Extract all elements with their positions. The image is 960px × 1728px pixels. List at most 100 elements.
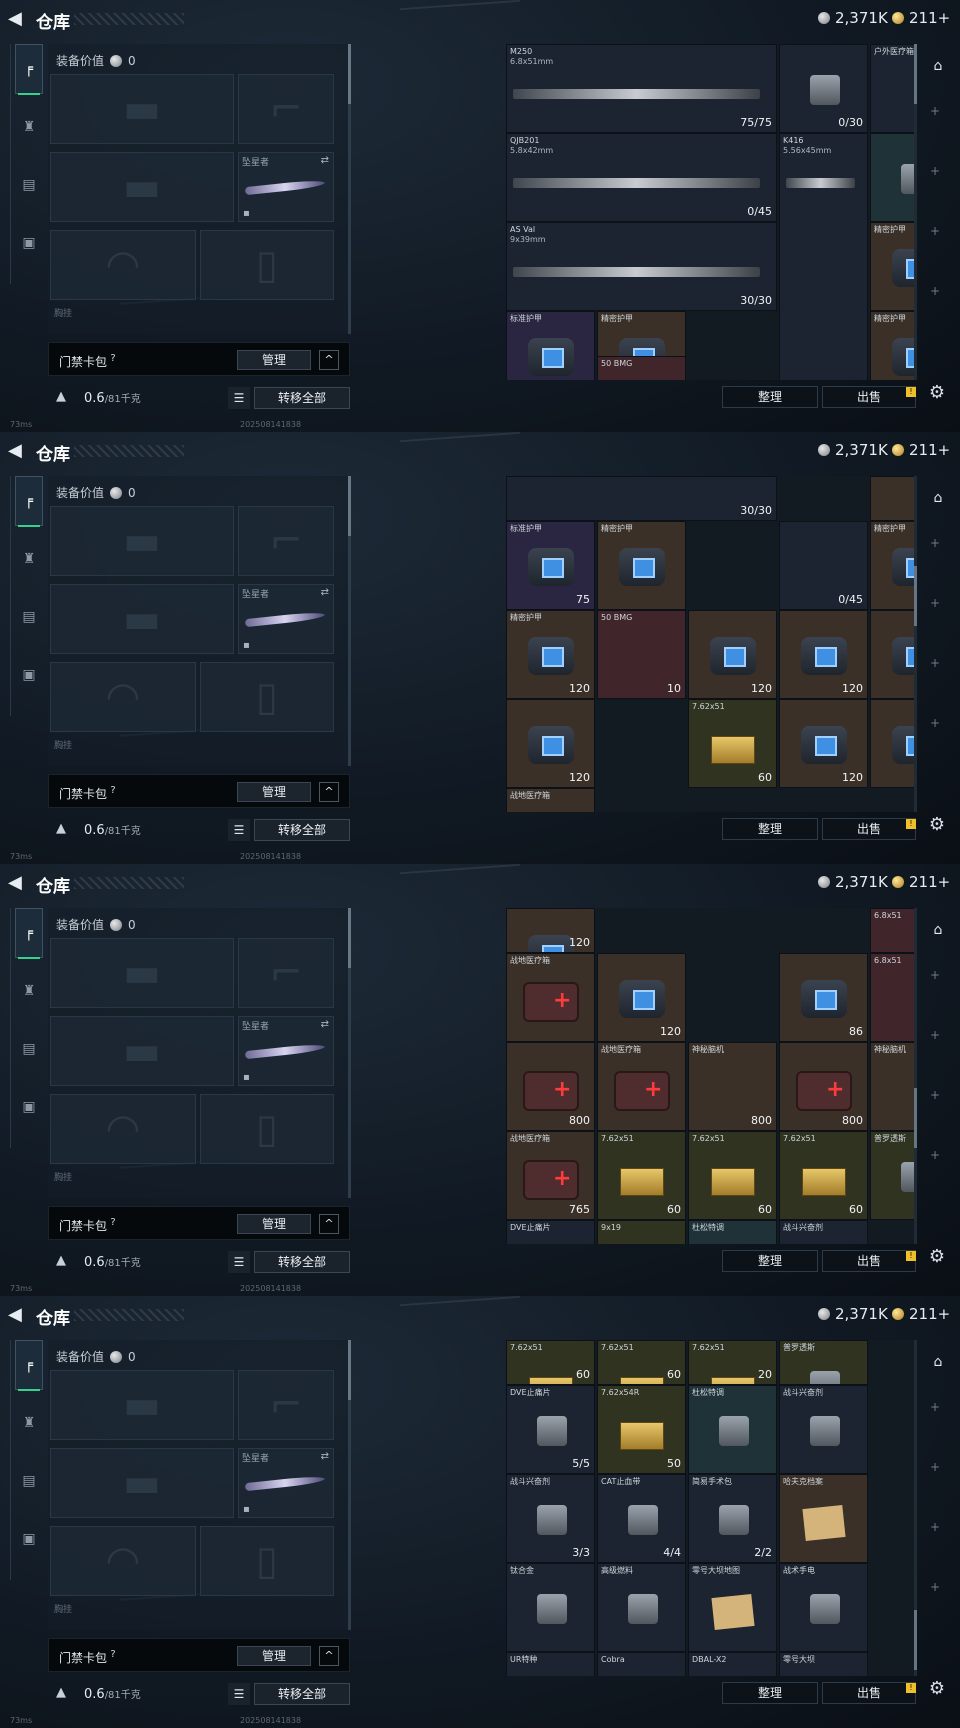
sell-button[interactable]: 出售 <box>822 1250 916 1272</box>
storage-item[interactable]: 神秘脑机 <box>870 1042 914 1131</box>
armor-slot[interactable]: ▯ <box>200 1526 334 1596</box>
storage-box-icon[interactable]: ⌂ <box>926 486 950 510</box>
add-slot-icon[interactable]: + <box>930 1088 940 1102</box>
gold-currency[interactable]: 211+ <box>892 441 950 459</box>
swap-icon[interactable]: ⇄ <box>321 1019 329 1030</box>
add-slot-icon[interactable]: + <box>930 536 940 550</box>
melee-slot[interactable]: 坠星者 ⇄ ▪ <box>238 1016 334 1086</box>
storage-item[interactable]: 户外医疗箱6/7 <box>870 44 914 133</box>
swap-icon[interactable]: ⇄ <box>321 155 329 166</box>
sort-button[interactable]: 整理 <box>722 386 818 408</box>
add-slot-icon[interactable]: + <box>930 1460 940 1474</box>
sell-button[interactable]: 出售 <box>822 386 916 408</box>
storage-item[interactable]: 标准护甲75 <box>506 521 595 610</box>
grid-scrollbar[interactable] <box>914 908 917 1244</box>
storage-item[interactable]: 120 <box>870 699 914 788</box>
storage-box-icon[interactable]: ⌂ <box>926 1350 950 1374</box>
add-slot-icon[interactable]: + <box>930 1028 940 1042</box>
melee-slot[interactable]: 坠星者 ⇄ ▪ <box>238 584 334 654</box>
add-slot-icon[interactable]: + <box>930 656 940 670</box>
storage-item[interactable]: 120 <box>779 699 868 788</box>
storage-item[interactable]: 7.62x51 60 <box>688 1131 777 1220</box>
sell-button[interactable]: 出售 <box>822 818 916 840</box>
pistol-slot[interactable]: ⌐ <box>238 1370 334 1440</box>
secondary-weapon-slot[interactable]: ▬ <box>50 1448 234 1518</box>
storage-item[interactable]: 6.8x5160 <box>870 953 914 1042</box>
scroll-thumb[interactable] <box>914 566 917 626</box>
weapon-tab[interactable]: ╒ <box>15 908 43 959</box>
storage-item[interactable]: AS Val 9x39mm 30/30 <box>506 222 777 311</box>
weapon-tab[interactable]: ╒ <box>15 1340 43 1391</box>
pistol-slot[interactable]: ⌐ <box>238 74 334 144</box>
transfer-all-button[interactable]: 转移全部 <box>254 387 350 409</box>
swap-icon[interactable]: ⇄ <box>321 587 329 598</box>
sort-button[interactable]: 整理 <box>722 1682 818 1704</box>
storage-item[interactable]: 普罗透斯 <box>779 1340 868 1385</box>
storage-item[interactable]: 标准护甲75 <box>506 311 595 380</box>
storage-item[interactable]: 战斗兴奋剂 <box>779 1220 868 1244</box>
storage-item[interactable]: 零号大坝地图 <box>688 1563 777 1652</box>
armor-slot[interactable]: ▯ <box>200 230 334 300</box>
silver-currency[interactable]: 2,371K <box>818 873 888 891</box>
primary-weapon-slot[interactable]: ▬ <box>50 74 234 144</box>
armor-slot[interactable]: ▯ <box>200 662 334 732</box>
storage-item[interactable]: 50 BMG 10 <box>597 610 686 699</box>
armor-tab[interactable]: ♜ <box>15 1398 43 1448</box>
briefcase-tab[interactable]: ▣ <box>15 1082 43 1132</box>
helmet-slot[interactable]: ◠ <box>50 662 196 732</box>
storage-item[interactable]: DVE止痛片5/5 <box>506 1385 595 1474</box>
briefcase-tab[interactable]: ▣ <box>15 218 43 268</box>
storage-item[interactable]: M250 6.8x51mm 75/75 <box>506 44 777 133</box>
storage-item[interactable]: 120 <box>688 610 777 699</box>
transfer-all-button[interactable]: 转移全部 <box>254 1251 350 1273</box>
add-slot-icon[interactable]: + <box>930 1520 940 1534</box>
settings-gear-icon[interactable]: ⚙ <box>924 380 950 406</box>
storage-item[interactable]: 800 <box>779 1042 868 1131</box>
list-view-button[interactable]: ☰ <box>228 1683 250 1705</box>
storage-item[interactable]: 7.62x51 60 <box>779 1131 868 1220</box>
storage-item[interactable]: 800 <box>506 1042 595 1131</box>
storage-item[interactable]: 简易手术包 2/2 <box>688 1474 777 1563</box>
weapon-tab[interactable]: ╒ <box>15 44 43 95</box>
storage-item[interactable]: 30/30 <box>506 476 777 521</box>
storage-item[interactable]: 精密护甲 <box>870 311 914 380</box>
storage-item[interactable]: 战地医疗箱 765 <box>506 1131 595 1220</box>
storage-item[interactable]: 战地医疗箱 <box>597 1042 686 1131</box>
storage-box-icon[interactable]: ⌂ <box>926 918 950 942</box>
storage-item[interactable]: DVE止痛片5/5 <box>506 1220 595 1244</box>
storage-item[interactable]: 350 <box>870 133 914 222</box>
backpack-tab[interactable]: ▤ <box>15 160 43 210</box>
storage-item[interactable]: 120 <box>779 610 868 699</box>
storage-box-icon[interactable]: ⌂ <box>926 54 950 78</box>
add-slot-icon[interactable]: + <box>930 164 940 178</box>
storage-item[interactable]: 杜松特调 <box>688 1385 777 1474</box>
storage-item[interactable]: 零号大坝 <box>779 1652 868 1676</box>
storage-item[interactable]: 钛合金 <box>506 1563 595 1652</box>
loadout-scrollbar[interactable] <box>348 44 351 334</box>
storage-item[interactable]: UR特种 <box>506 1652 595 1676</box>
add-slot-icon[interactable]: + <box>930 1148 940 1162</box>
add-slot-icon[interactable]: + <box>930 968 940 982</box>
list-view-button[interactable]: ☰ <box>228 819 250 841</box>
storage-item[interactable]: 战术手电 <box>779 1563 868 1652</box>
add-slot-icon[interactable]: + <box>930 284 940 298</box>
swap-icon[interactable]: ⇄ <box>321 1451 329 1462</box>
sell-button[interactable]: 出售 <box>822 1682 916 1704</box>
melee-slot[interactable]: 坠星者 ⇄ ▪ <box>238 1448 334 1518</box>
collapse-button[interactable]: ^ <box>319 1214 339 1234</box>
add-slot-icon[interactable]: + <box>930 224 940 238</box>
storage-item[interactable]: 0/45 <box>779 521 868 610</box>
storage-item[interactable]: 120 <box>870 476 914 521</box>
storage-item[interactable]: 50 BMG <box>597 356 686 380</box>
storage-item[interactable]: QJB201 5.8x42mm 0/45 <box>506 133 777 222</box>
pistol-slot[interactable]: ⌐ <box>238 506 334 576</box>
weapon-tab[interactable]: ╒ <box>15 476 43 527</box>
storage-item[interactable]: 高级燃料 <box>597 1563 686 1652</box>
storage-item[interactable]: DBAL-X2 <box>688 1652 777 1676</box>
gold-currency[interactable]: 211+ <box>892 1305 950 1323</box>
collapse-button[interactable]: ^ <box>319 1646 339 1666</box>
silver-currency[interactable]: 2,371K <box>818 441 888 459</box>
add-slot-icon[interactable]: + <box>930 1400 940 1414</box>
scroll-thumb[interactable] <box>914 1610 917 1670</box>
settings-gear-icon[interactable]: ⚙ <box>924 1244 950 1270</box>
